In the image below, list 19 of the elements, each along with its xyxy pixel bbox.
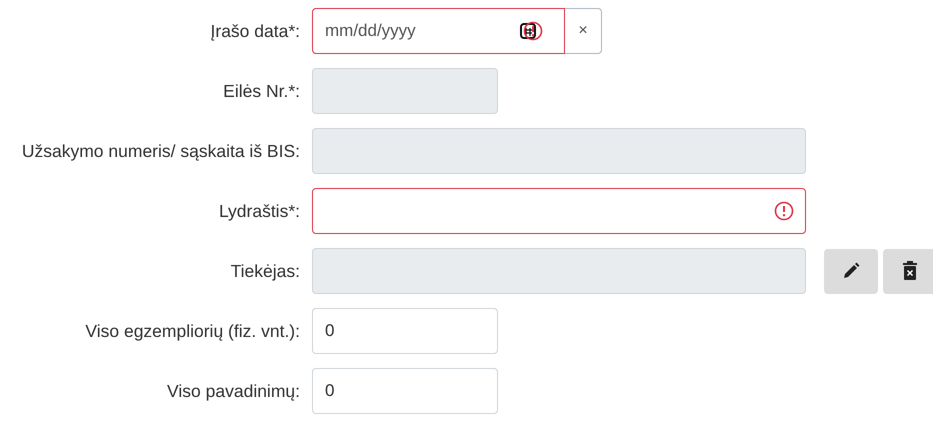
field-label: Užsakymo numeris/ sąskaita iš BIS: (20, 140, 300, 163)
number-field[interactable]: 0 (312, 368, 498, 414)
field-label: Viso egzempliorių (fiz. vnt.): (84, 320, 300, 343)
field-label: Viso pavadinimų: (166, 380, 300, 403)
trash-icon (903, 261, 917, 281)
edit-button[interactable] (824, 248, 878, 294)
pencil-icon (841, 261, 861, 281)
calendar-icon[interactable] (519, 22, 537, 40)
error-icon (523, 21, 543, 41)
clear-button[interactable]: × (565, 8, 602, 54)
number-field[interactable]: 0 (312, 308, 498, 354)
field-label: Eilės Nr.*: (222, 80, 300, 103)
error-icon (774, 201, 794, 221)
field-label: Tiekėjas: (230, 260, 300, 283)
date-field[interactable]: mm/dd/yyyy (312, 8, 565, 54)
text-field[interactable] (312, 188, 806, 234)
field-label: Lydraštis*: (218, 200, 300, 223)
field-label: Įrašo data*: (210, 20, 300, 43)
delete-button[interactable] (883, 248, 933, 294)
